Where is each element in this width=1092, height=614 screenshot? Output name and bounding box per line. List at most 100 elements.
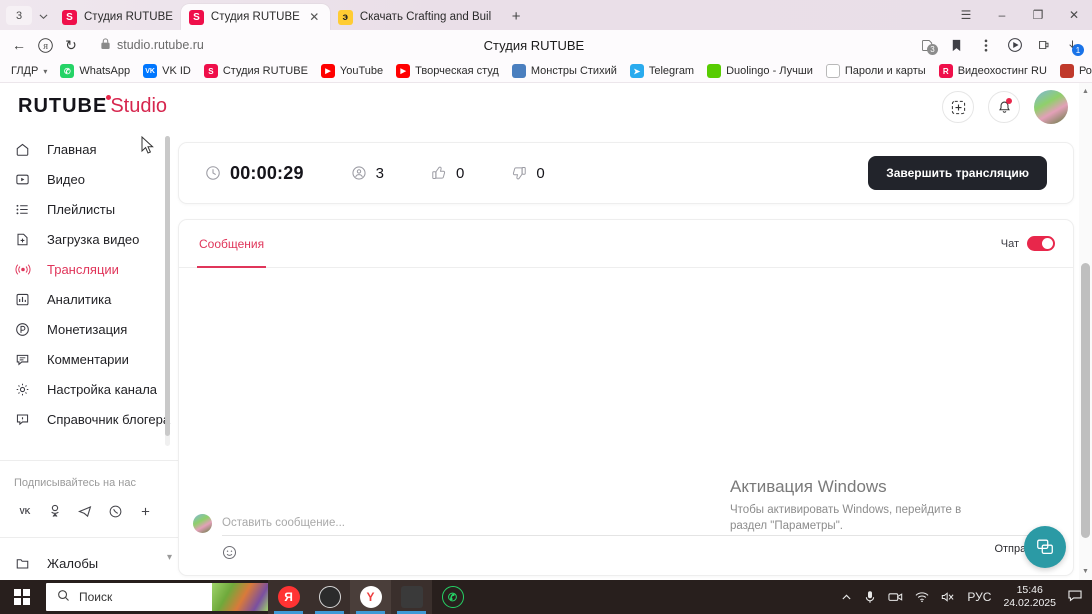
sidebar-scrollbar-thumb[interactable] bbox=[165, 136, 170, 436]
youtube-icon: ▶ bbox=[320, 64, 335, 78]
bookmark-icon[interactable] bbox=[943, 32, 970, 58]
reload-icon[interactable]: ↻ bbox=[58, 32, 84, 58]
browser-tab-3[interactable]: э Скачать Crafting and Buil bbox=[330, 4, 499, 30]
taskbar-app-roblox[interactable] bbox=[391, 580, 432, 614]
screen: 3 S Студия RUTUBE S Студия RUTUBE ✕ э Ск… bbox=[0, 0, 1092, 614]
thumbs-down-icon bbox=[511, 165, 527, 181]
odnoklassniki-icon[interactable] bbox=[42, 498, 68, 524]
end-broadcast-button[interactable]: Завершить трансляцию bbox=[868, 156, 1047, 190]
camera-icon[interactable] bbox=[888, 591, 903, 603]
taskbar-app-obs[interactable] bbox=[309, 580, 350, 614]
taskbar-clock[interactable]: 15:46 24.02.2025 bbox=[1003, 584, 1056, 610]
taskbar-search[interactable]: Поиск bbox=[46, 583, 268, 611]
viber-icon[interactable] bbox=[102, 498, 128, 524]
reader-mode-icon[interactable]: Я bbox=[32, 32, 58, 58]
browser-menu-icon[interactable]: ☰ bbox=[948, 0, 984, 30]
sidebar-item-comments[interactable]: Комментарии bbox=[0, 344, 178, 374]
bookmark-whatsapp[interactable]: ✆ WhatsApp bbox=[55, 62, 135, 80]
broadcast-icon bbox=[14, 262, 31, 277]
sidebar-item-label: Справочник блогера bbox=[47, 411, 171, 427]
yandex-icon: Я bbox=[277, 586, 300, 608]
sidebar-item-playlists[interactable]: Плейлисты bbox=[0, 194, 178, 224]
sidebar-item-video[interactable]: Видео bbox=[0, 164, 178, 194]
vk-icon[interactable]: VK bbox=[12, 498, 38, 524]
new-tab-button[interactable]: + bbox=[503, 3, 529, 29]
close-window-icon[interactable]: ✕ bbox=[1056, 0, 1092, 30]
browser-tab-1[interactable]: S Студия RUTUBE bbox=[54, 4, 181, 30]
action-center-icon[interactable] bbox=[1068, 589, 1082, 605]
taskbar-app-whatsapp[interactable]: ✆ bbox=[432, 580, 473, 614]
microphone-icon[interactable] bbox=[864, 590, 876, 604]
social-links: VK bbox=[0, 498, 178, 524]
page-scrollbar[interactable]: ▲ ▼ bbox=[1079, 83, 1092, 580]
logo-dot-icon bbox=[106, 95, 111, 100]
sidebar-item-monetization[interactable]: Монетизация bbox=[0, 314, 178, 344]
collections-icon[interactable]: 3 bbox=[914, 32, 941, 58]
sidebar-scrollbar[interactable] bbox=[165, 136, 170, 446]
add-video-button[interactable] bbox=[942, 91, 974, 123]
notifications-button[interactable] bbox=[988, 91, 1020, 123]
close-icon[interactable]: ✕ bbox=[307, 10, 322, 25]
bookmark-label: VK ID bbox=[162, 65, 191, 77]
message-input[interactable] bbox=[222, 511, 1055, 536]
taskbar-app-yandex[interactable]: Я bbox=[268, 580, 309, 614]
rutube-studio-logo[interactable]: RUTUBE Studio bbox=[18, 95, 167, 118]
browser-tab-2-active[interactable]: S Студия RUTUBE ✕ bbox=[180, 4, 330, 30]
bookmark-duolingo[interactable]: Duolingo - Лучши bbox=[702, 62, 818, 80]
sidebar-item-analytics[interactable]: Аналитика bbox=[0, 284, 178, 314]
start-button[interactable] bbox=[0, 580, 44, 614]
show-hidden-icons[interactable] bbox=[841, 592, 852, 603]
back-icon[interactable]: ← bbox=[6, 32, 32, 58]
volume-muted-icon[interactable] bbox=[941, 591, 955, 603]
sidebar-item-channel-settings[interactable]: Настройка канала bbox=[0, 374, 178, 404]
browser-page-title: Студия RUTUBE bbox=[483, 37, 585, 53]
rutube-icon: R bbox=[938, 64, 953, 78]
minimize-icon[interactable]: – bbox=[984, 0, 1020, 30]
bookmark-creator-studio[interactable]: ▶ Творческая студ bbox=[391, 62, 504, 80]
tab-list-chevron-icon[interactable] bbox=[32, 5, 54, 27]
sidebar-item-broadcasts[interactable]: Трансляции bbox=[0, 254, 178, 284]
chevron-down-icon[interactable]: ▾ bbox=[167, 552, 172, 563]
sidebar-item-blogger-guide[interactable]: Справочник блогера bbox=[0, 404, 178, 434]
bookmark-passwords[interactable]: Пароли и карты bbox=[821, 62, 931, 80]
more-icon[interactable] bbox=[132, 498, 158, 524]
language-indicator[interactable]: РУС bbox=[967, 590, 991, 604]
support-chat-button[interactable] bbox=[1024, 526, 1066, 568]
rutube-icon: S bbox=[188, 9, 204, 25]
restore-icon[interactable]: ❐ bbox=[1020, 0, 1056, 30]
tab-messages[interactable]: Сообщения bbox=[197, 220, 267, 268]
downloads-icon[interactable]: 1 bbox=[1059, 32, 1086, 58]
sidebar-item-home[interactable]: Главная bbox=[0, 134, 178, 164]
taskbar-app-yandex-browser[interactable]: Y bbox=[350, 580, 391, 614]
bookmark-rutube-studio[interactable]: S Студия RUTUBE bbox=[199, 62, 313, 80]
bookmark-robbie[interactable]: Робби Ют bbox=[1055, 62, 1092, 80]
logo-primary-text: RUTUBE bbox=[18, 95, 108, 117]
chat-header: Сообщения Чат bbox=[179, 220, 1073, 268]
bookmark-telegram[interactable]: ➤ Telegram bbox=[625, 62, 699, 80]
sidebar-item-upload[interactable]: Загрузка видео bbox=[0, 224, 178, 254]
scroll-down-icon[interactable]: ▼ bbox=[1079, 565, 1092, 578]
page-scrollbar-thumb[interactable] bbox=[1081, 263, 1090, 538]
bookmark-label: YouTube bbox=[339, 65, 384, 77]
search-decoration-image bbox=[212, 583, 268, 611]
viewers-count: 3 bbox=[375, 164, 384, 182]
bookmark-label: Монстры Стихий bbox=[530, 65, 617, 77]
bookmark-youtube[interactable]: ▶ YouTube bbox=[316, 62, 388, 80]
extension-icon[interactable] bbox=[1030, 32, 1057, 58]
bookmark-folder-gldr[interactable]: ГЛДР ▾ bbox=[6, 63, 52, 79]
thumbs-up-icon bbox=[431, 165, 447, 181]
telegram-icon[interactable] bbox=[72, 498, 98, 524]
tab-count-badge[interactable]: 3 bbox=[6, 6, 32, 25]
sidebar-item-reports[interactable]: Жалобы bbox=[0, 546, 178, 580]
chat-messages-list bbox=[179, 268, 1073, 503]
media-player-icon[interactable] bbox=[1001, 32, 1028, 58]
overflow-menu-icon[interactable] bbox=[972, 32, 999, 58]
bookmark-vk-id[interactable]: VK VK ID bbox=[138, 62, 196, 80]
bookmark-videohosting-ru[interactable]: R Видеохостинг RU bbox=[934, 62, 1052, 80]
emoji-picker-icon[interactable] bbox=[222, 545, 237, 563]
chat-toggle[interactable] bbox=[1027, 236, 1055, 251]
bookmark-monstry-stihiy[interactable]: Монстры Стихий bbox=[507, 62, 622, 80]
scroll-up-icon[interactable]: ▲ bbox=[1079, 85, 1092, 98]
account-avatar[interactable] bbox=[1034, 90, 1068, 124]
wifi-icon[interactable] bbox=[915, 591, 929, 603]
